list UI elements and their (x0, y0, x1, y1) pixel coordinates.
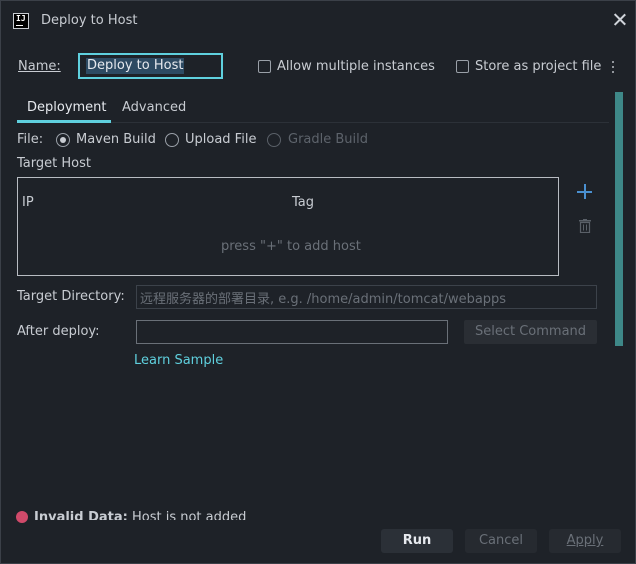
apply-button[interactable]: Apply (549, 529, 621, 553)
title-bar: IJ Deploy to Host (1, 1, 635, 41)
target-directory-input[interactable]: 远程服务器的部署目录, e.g. /home/admin/tomcat/weba… (136, 285, 597, 309)
name-input-value: Deploy to Host (86, 58, 185, 74)
validation-prefix: Invalid Data: (34, 510, 128, 520)
allow-multiple-instances-checkbox[interactable] (258, 60, 271, 73)
app-icon-text: IJ (16, 14, 26, 23)
maven-build-label[interactable]: Maven Build (76, 132, 156, 147)
validation-message: Invalid Data: Host is not added (34, 510, 246, 520)
run-configuration-dialog: IJ Deploy to Host Name: Deploy to Host A… (0, 0, 636, 564)
column-header-ip[interactable]: IP (22, 195, 34, 210)
error-icon (16, 511, 28, 523)
cancel-button[interactable]: Cancel (465, 529, 537, 553)
name-label-text: Name: (18, 59, 61, 74)
upload-file-radio[interactable] (165, 133, 179, 147)
gradle-build-label: Gradle Build (288, 132, 369, 147)
name-label: Name: (18, 59, 61, 74)
after-deploy-input[interactable] (136, 320, 448, 344)
select-command-button[interactable]: Select Command (464, 320, 597, 344)
empty-table-hint: press "+" to add host (221, 239, 361, 254)
learn-sample-link[interactable]: Learn Sample (134, 353, 223, 368)
allow-multiple-instances-label[interactable]: Allow multiple instances (277, 59, 435, 74)
more-options-icon[interactable] (611, 60, 615, 74)
after-deploy-label: After deploy: (17, 324, 100, 339)
maven-build-radio[interactable] (56, 133, 70, 147)
validation-text: Host is not added (131, 510, 247, 520)
scrollbar-thumb[interactable] (615, 92, 623, 346)
delete-host-icon[interactable] (579, 219, 591, 234)
store-as-project-file-label[interactable]: Store as project file (475, 59, 601, 74)
gradle-build-radio (267, 133, 281, 147)
target-host-label: Target Host (17, 156, 91, 171)
target-directory-placeholder: 远程服务器的部署目录, e.g. /home/admin/tomcat/weba… (140, 292, 507, 307)
close-icon[interactable] (611, 11, 629, 29)
active-tab-indicator (17, 120, 111, 123)
tab-deployment[interactable]: Deployment (27, 100, 107, 115)
target-host-table[interactable]: IP Tag press "+" to add host (17, 177, 559, 276)
run-button[interactable]: Run (381, 529, 453, 553)
intellij-app-icon: IJ (13, 13, 29, 29)
name-input[interactable]: Deploy to Host (78, 53, 223, 79)
store-as-project-file-checkbox[interactable] (456, 60, 469, 73)
upload-file-label[interactable]: Upload File (185, 132, 256, 147)
file-label: File: (17, 132, 44, 147)
target-directory-label: Target Directory: (17, 289, 125, 304)
dialog-title: Deploy to Host (41, 13, 138, 28)
tab-advanced[interactable]: Advanced (122, 100, 186, 115)
add-host-icon[interactable] (573, 181, 597, 203)
column-header-tag[interactable]: Tag (292, 195, 314, 210)
